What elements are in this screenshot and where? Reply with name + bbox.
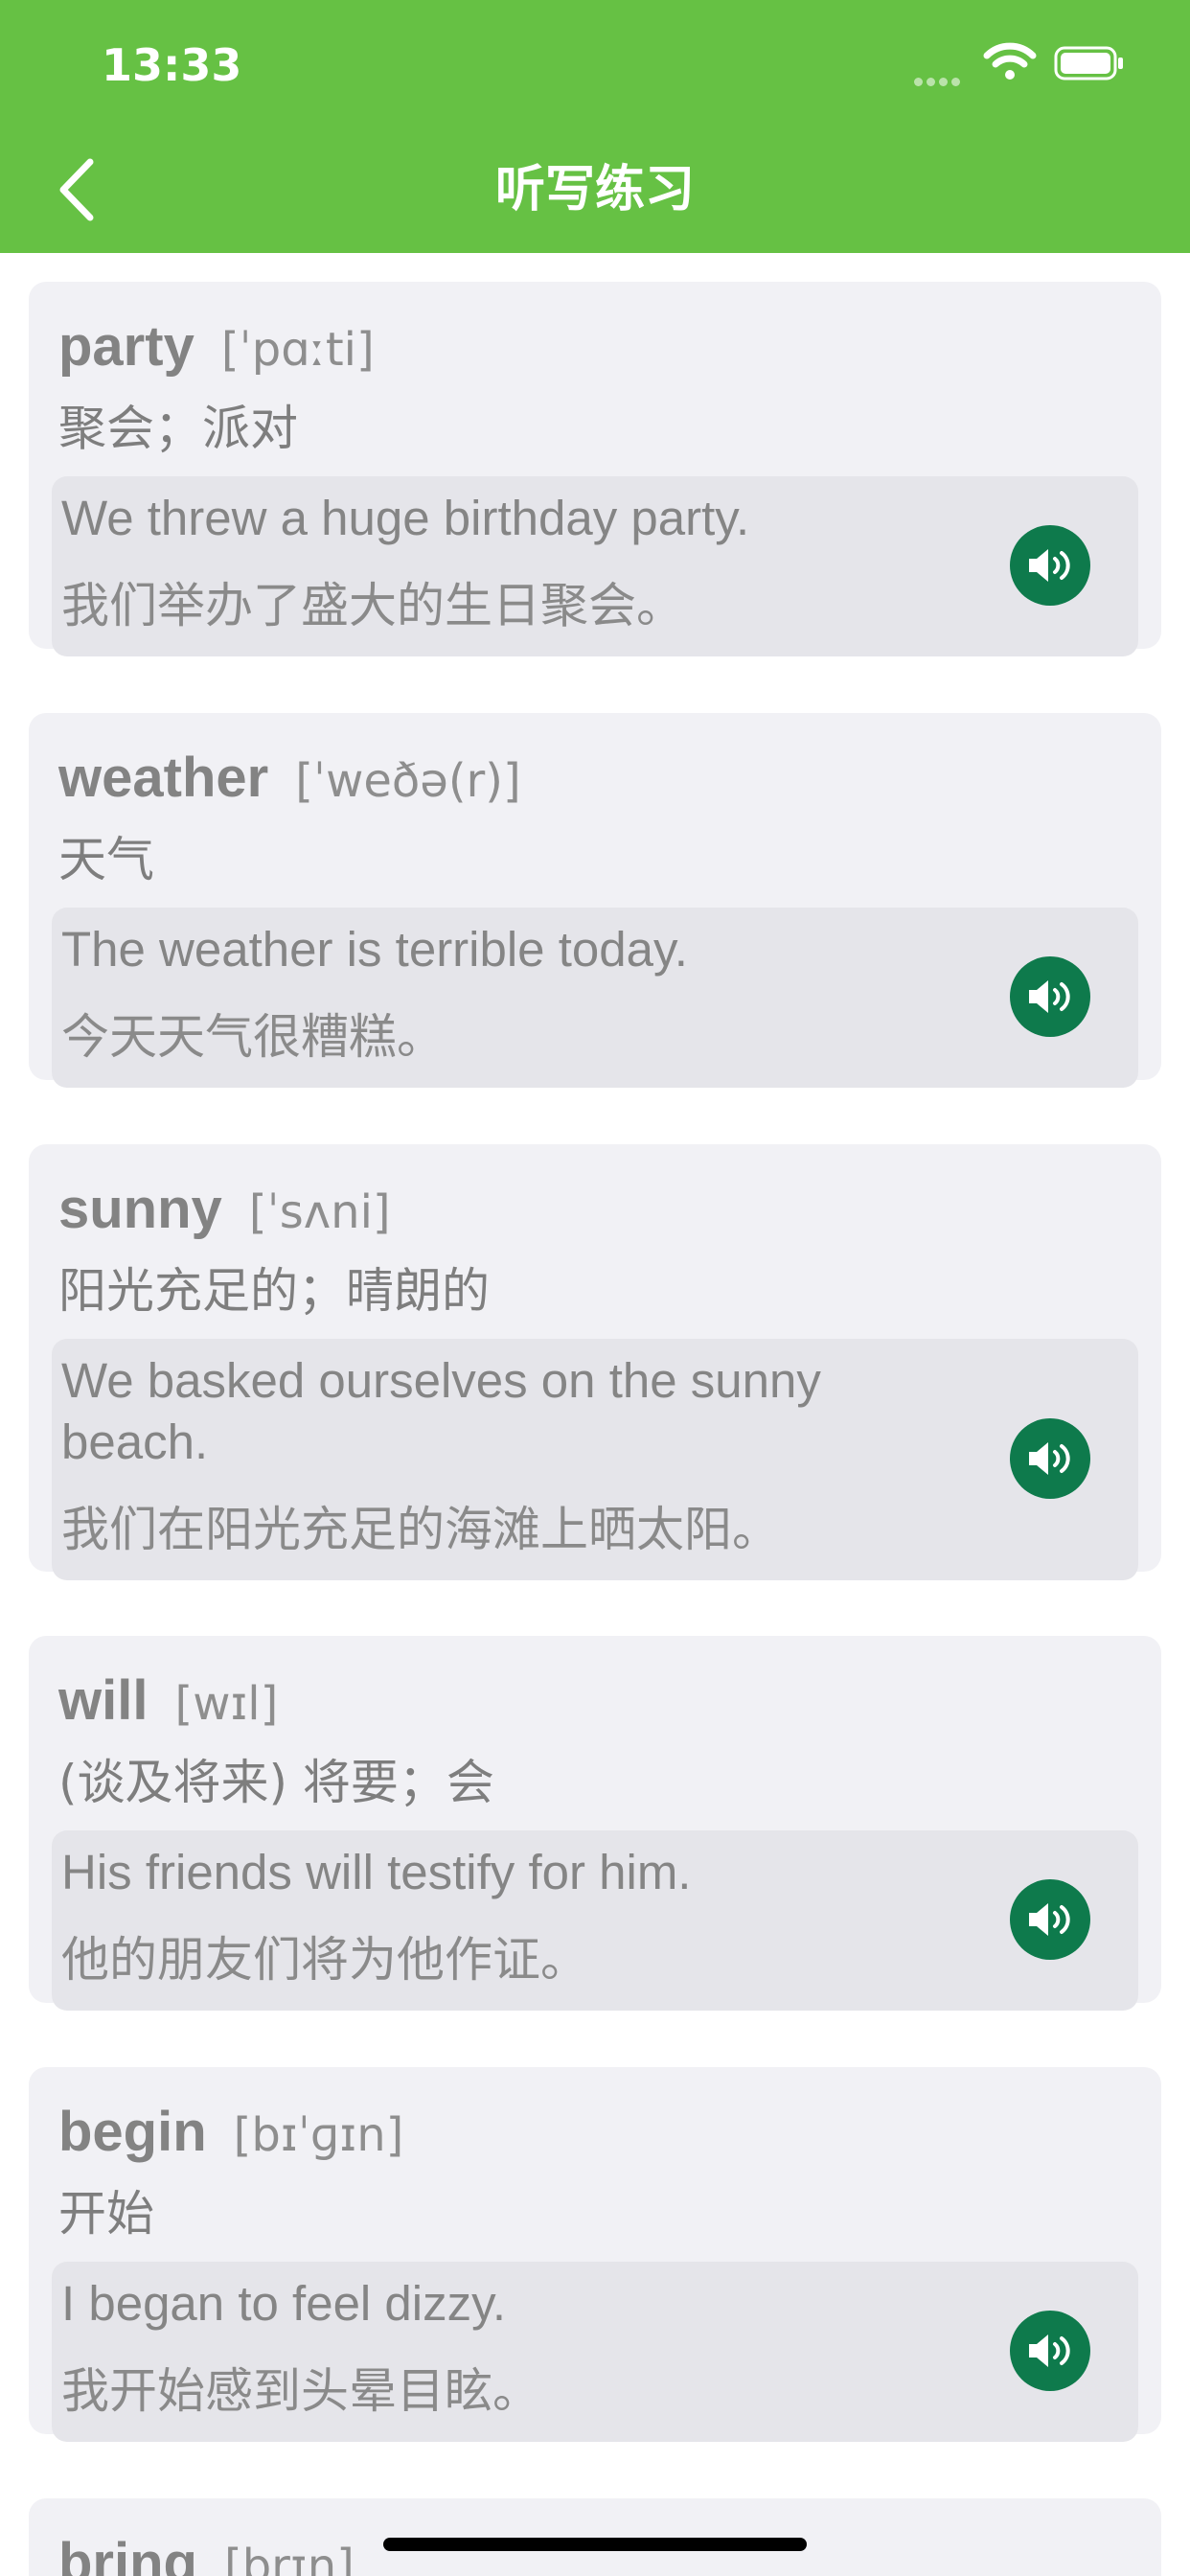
play-audio-button[interactable] [1010,1418,1090,1499]
meaning-text: 阳光充足的；晴朗的 [58,1263,490,1319]
word-header: sunny [ˈsʌni] [58,1171,391,1261]
example-chinese: 我开始感到头晕目眩。 [61,2363,540,2419]
phonetic-text: [ˈweðə(r)] [295,754,521,808]
word-text: will [58,1669,149,1732]
meaning-text: 开始 [58,2186,154,2242]
word-card: begin [bɪˈɡɪn] 开始 I began to feel dizzy. … [29,2067,1161,2442]
example-chinese: 我们在阳光充足的海滩上晒太阳。 [61,1502,780,1557]
meaning-text: 天气 [58,832,154,887]
speaker-icon [1029,1903,1070,1936]
word-card: weather [ˈweðə(r)] 天气 The weather is terr… [29,713,1161,1088]
word-card: will [wɪl] (谈及将来) 将要；会 His friends will t… [29,1636,1161,2011]
example-english: We basked ourselves on the sunny beach. [61,1353,821,1469]
phonetic-text: [ˈsʌni] [248,1185,391,1239]
speaker-icon [1029,1442,1070,1475]
speaker-icon [1029,980,1070,1013]
play-audio-button[interactable] [1010,2311,1090,2391]
word-list[interactable]: party [ˈpɑːti] 聚会；派对 We threw a huge birt… [0,253,1190,2576]
speaker-icon [1029,549,1070,582]
phonetic-text: [wɪl] [174,1677,279,1731]
example-english: I began to feel dizzy. [61,2276,507,2331]
example-box: His friends will testify for him. 他的朋友们将… [52,1830,1138,2011]
example-box: We basked ourselves on the sunny beach. … [52,1339,1138,1580]
home-indicator [383,2538,807,2551]
speaker-icon [1029,2334,1070,2367]
word-header: weather [ˈweðə(r)] [58,740,521,830]
navigation-header: 13:33 听写练习 [0,0,1190,253]
battery-icon [1054,46,1125,80]
example-box: The weather is terrible today. 今天天气很糟糕。 [52,908,1138,1088]
word-text: begin [58,2101,207,2163]
page-title: 听写练习 [494,161,695,218]
meaning-text: (谈及将来) 将要；会 [58,1755,494,1810]
phonetic-text: [bɪˈɡɪn] [233,2108,404,2162]
meaning-text: 聚会；派对 [58,401,298,456]
word-card: sunny [ˈsʌni] 阳光充足的；晴朗的 We basked ourselv… [29,1144,1161,1580]
word-text: bring [58,2532,197,2576]
example-box: We threw a huge birthday party. 我们举办了盛大的… [52,476,1138,656]
example-chinese: 我们举办了盛大的生日聚会。 [61,578,684,633]
word-header: begin [bɪˈɡɪn] [58,2094,403,2184]
example-english: The weather is terrible today. [61,922,688,977]
wifi-icon [983,42,1037,80]
phonetic-text: [brɪŋ] [223,2540,355,2576]
word-text: sunny [58,1178,222,1240]
word-header: bring [brɪŋ] [58,2525,355,2576]
phonetic-text: [ˈpɑːti] [220,323,375,377]
example-box: I began to feel dizzy. 我开始感到头晕目眩。 [52,2262,1138,2442]
word-text: party [58,315,195,378]
play-audio-button[interactable] [1010,1879,1090,1960]
example-chinese: 他的朋友们将为他作证。 [61,1932,588,1988]
example-english: His friends will testify for him. [61,1845,692,1899]
status-time: 13:33 [102,39,242,91]
word-text: weather [58,747,269,809]
signal-icon [914,72,968,86]
word-header: party [ˈpɑːti] [58,309,375,399]
example-chinese: 今天天气很糟糕。 [61,1009,445,1065]
example-english: We threw a huge birthday party. [61,491,750,545]
play-audio-button[interactable] [1010,956,1090,1037]
word-card: party [ˈpɑːti] 聚会；派对 We threw a huge birt… [29,282,1161,656]
play-audio-button[interactable] [1010,525,1090,606]
word-header: will [wɪl] [58,1663,278,1753]
